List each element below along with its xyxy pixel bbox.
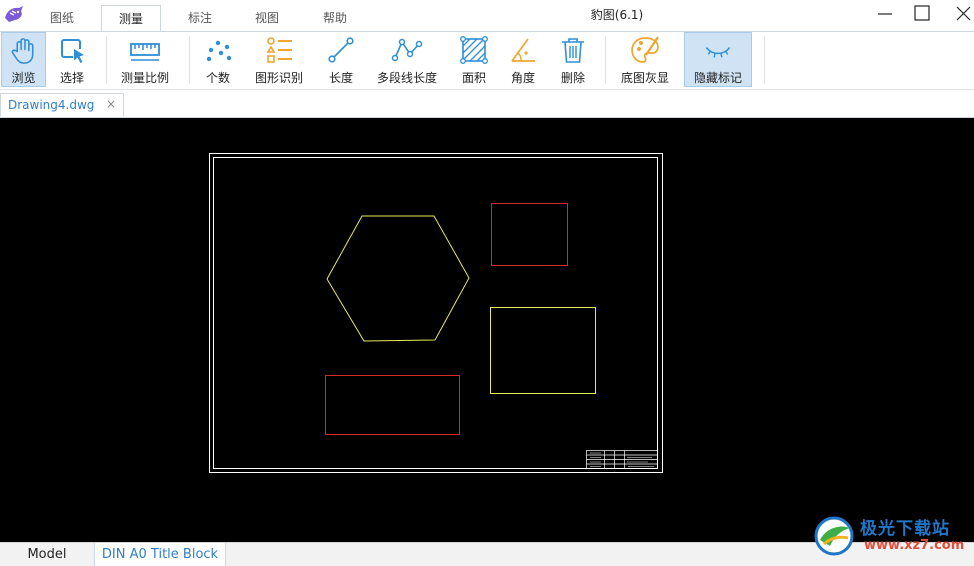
angle-label: 角度: [510, 71, 535, 85]
menu-tab-help[interactable]: 帮助: [315, 5, 355, 31]
menu-tab-label: 图纸: [49, 11, 74, 25]
delete-label: 删除: [560, 71, 585, 85]
red-rectangle-bottom: [325, 375, 460, 435]
watermark-brand: 极光下载站: [860, 519, 950, 539]
count-button[interactable]: 个数: [197, 32, 239, 87]
menu-tab-measure[interactable]: 测量: [101, 5, 161, 31]
minimize-icon: [878, 13, 892, 15]
close-button[interactable]: [934, 0, 974, 30]
close-tab-icon[interactable]: ×: [106, 97, 116, 111]
minimize-button[interactable]: [864, 0, 904, 30]
hand-icon: [11, 38, 33, 64]
polyline-length-label: 多段线长度: [376, 71, 437, 85]
grayscale-button[interactable]: 底图灰显: [614, 32, 676, 87]
hide-marks-button[interactable]: 隐藏标记: [684, 32, 752, 87]
layout-tab-din-a0[interactable]: DIN A0 Title Block: [94, 543, 226, 566]
watermark: 极光下载站 www.xz7.com: [810, 512, 970, 562]
line-length-icon: [328, 37, 354, 63]
close-icon: [956, 6, 971, 21]
grayscale-label: 底图灰显: [620, 71, 669, 85]
measure-scale-label: 测量比例: [120, 71, 169, 85]
length-button[interactable]: 长度: [320, 32, 362, 87]
document-tab-bar: Drawing4.dwg ×: [0, 90, 974, 118]
layout-tab-model[interactable]: Model: [0, 543, 94, 566]
measure-scale-button[interactable]: 测量比例: [115, 32, 175, 87]
select-button[interactable]: 选择: [50, 32, 94, 87]
yellow-rectangle: [490, 307, 596, 394]
ribbon-toolbar: 浏览 选择 测量比例 个数 图形识别 长度 多段线长度 面积 角度 删除 底图灰…: [0, 31, 974, 90]
polyline-length-button[interactable]: 多段线长度: [374, 32, 440, 87]
menu-tab-view[interactable]: 视图: [247, 5, 287, 31]
angle-icon: [511, 38, 535, 62]
select-label: 选择: [59, 71, 84, 85]
menu-tab-annotate[interactable]: 标注: [180, 5, 220, 31]
red-rectangle-top: [491, 203, 568, 266]
shape-recognition-button[interactable]: 图形识别: [250, 32, 308, 87]
ribbon-separator: [106, 36, 107, 84]
yellow-hexagon-shape: [326, 215, 470, 342]
shape-list-icon: [266, 37, 292, 63]
sheet-inner-border: [213, 157, 658, 469]
area-button[interactable]: 面积: [454, 32, 494, 87]
cursor-select-icon: [61, 39, 84, 63]
angle-button[interactable]: 角度: [503, 32, 543, 87]
hide-marks-label: 隐藏标记: [693, 71, 742, 85]
shape-recognition-label: 图形识别: [254, 71, 303, 85]
count-label: 个数: [205, 71, 230, 85]
watermark-url: www.xz7.com: [864, 538, 965, 553]
document-tab[interactable]: Drawing4.dwg ×: [0, 93, 124, 117]
ribbon-separator: [764, 36, 765, 84]
browse-button[interactable]: 浏览: [1, 32, 46, 87]
ruler-icon: [130, 43, 160, 61]
menu-tab-drawing[interactable]: 图纸: [42, 5, 82, 31]
ribbon-separator: [189, 36, 190, 84]
polyline-icon: [391, 38, 423, 62]
ribbon-separator: [605, 36, 606, 84]
area-hatch-icon: [460, 36, 488, 64]
dots-count-icon: [206, 40, 232, 62]
sheet-outer-border: [209, 153, 663, 473]
menu-tab-label: 测量: [118, 12, 143, 26]
app-logo-icon: [5, 6, 23, 22]
drawing-canvas[interactable]: [0, 118, 974, 542]
watermark-logo-icon: [814, 516, 854, 556]
title-block: [586, 450, 658, 469]
palette-icon: [631, 36, 659, 63]
document-tab-label: Drawing4.dwg: [8, 98, 95, 112]
menu-bar: 图纸 测量 标注 视图 帮助 豹图(6.1): [0, 0, 974, 31]
trash-icon: [562, 38, 584, 63]
drawing-viewport: [209, 153, 663, 473]
closed-eye-icon: [705, 47, 731, 58]
browse-label: 浏览: [11, 71, 36, 85]
area-label: 面积: [461, 71, 486, 85]
menu-tab-label: 标注: [187, 11, 212, 25]
menu-tab-label: 帮助: [322, 11, 347, 25]
menu-tab-label: 视图: [254, 11, 279, 25]
delete-button[interactable]: 删除: [553, 32, 593, 87]
length-label: 长度: [328, 71, 353, 85]
